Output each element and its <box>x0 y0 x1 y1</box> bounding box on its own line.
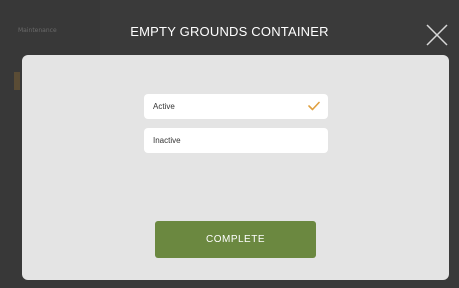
screen: Maintenance EMPTY GROUNDS CONTAINER Acti… <box>0 0 459 288</box>
check-icon <box>308 101 320 111</box>
option-inactive[interactable]: Inactive <box>144 128 328 153</box>
option-label: Inactive <box>153 136 181 145</box>
option-active[interactable]: Active <box>144 94 328 119</box>
close-button[interactable] <box>424 22 450 48</box>
complete-button[interactable]: COMPLETE <box>155 221 316 258</box>
option-label: Active <box>153 102 175 111</box>
modal-panel: Active Inactive COMPLETE <box>22 55 449 280</box>
modal-title: EMPTY GROUNDS CONTAINER <box>130 24 329 39</box>
close-icon <box>424 22 450 48</box>
background-sidebar-marker <box>14 72 20 90</box>
